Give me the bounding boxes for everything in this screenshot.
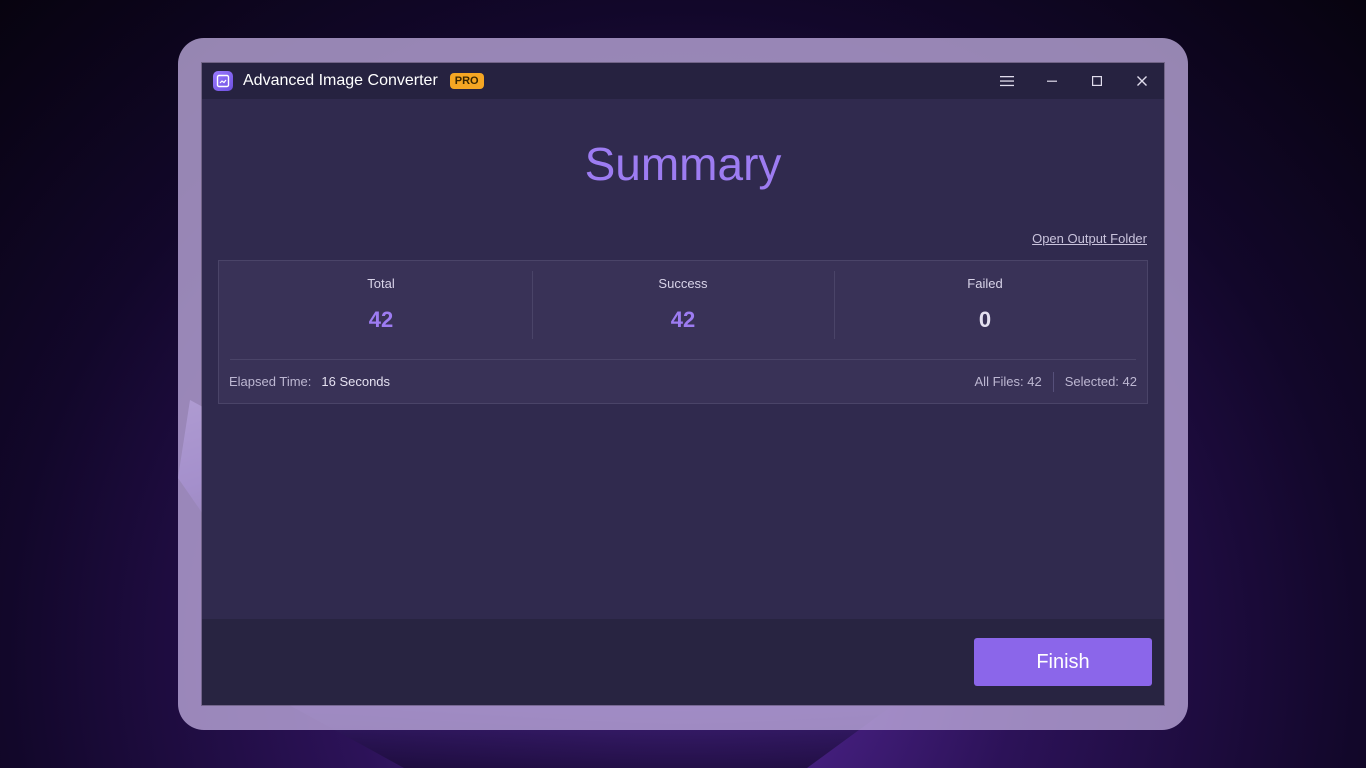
stat-total: Total 42 [230, 261, 532, 359]
hamburger-menu-icon [999, 76, 1014, 87]
close-icon [1136, 76, 1147, 86]
title-bar: Advanced Image Converter PRO [202, 63, 1164, 99]
action-bar: Finish [202, 619, 1164, 705]
pro-badge: PRO [449, 73, 484, 89]
app-title: Advanced Image Converter [243, 72, 438, 89]
stats-footer: Elapsed Time: 16 Seconds All Files: 42 S… [219, 360, 1147, 403]
finish-button[interactable]: Finish [974, 638, 1152, 686]
minimize-icon [1046, 80, 1057, 82]
open-output-folder-link[interactable]: Open Output Folder [1032, 231, 1147, 246]
app-logo-icon [213, 71, 233, 91]
maximize-button[interactable] [1074, 63, 1119, 99]
menu-button[interactable] [984, 63, 1029, 99]
stats-row: Total 42 Success 42 Failed 0 [230, 261, 1136, 360]
stat-label: Success [658, 276, 708, 291]
file-counts: All Files: 42 Selected: 42 [974, 371, 1137, 392]
stat-value: 0 [978, 307, 992, 332]
divider [1052, 371, 1054, 392]
summary-content: Summary Open Output Folder Total 42 Succ… [202, 99, 1164, 619]
stat-success: Success 42 [532, 261, 834, 359]
stats-panel: Total 42 Success 42 Failed 0 Elapsed Tim… [218, 260, 1148, 404]
window-controls [984, 63, 1164, 99]
stat-failed: Failed 0 [834, 261, 1136, 359]
stat-value: 42 [368, 307, 394, 332]
stat-label: Total [367, 276, 395, 291]
all-files-count: All Files: 42 [974, 374, 1042, 389]
stat-label: Failed [967, 276, 1003, 291]
elapsed-time-value: 16 Seconds [321, 374, 391, 389]
elapsed-time-label: Elapsed Time: [229, 374, 312, 389]
page-title: Summary [584, 138, 782, 190]
app-window: Advanced Image Converter PRO Summary Ope… [202, 63, 1164, 705]
maximize-icon [1091, 76, 1102, 87]
minimize-button[interactable] [1029, 63, 1074, 99]
stat-value: 42 [670, 307, 696, 332]
selected-count: Selected: 42 [1064, 374, 1137, 389]
close-button[interactable] [1119, 63, 1164, 99]
